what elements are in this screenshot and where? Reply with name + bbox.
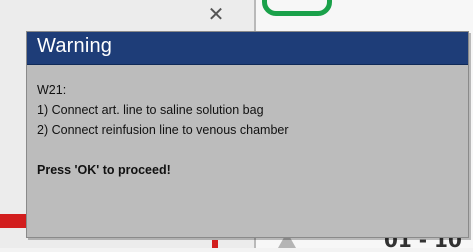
green-indicator-icon [262, 0, 332, 16]
proceed-instruction: Press 'OK' to proceed! [37, 163, 171, 177]
red-marker [212, 240, 218, 248]
dialog-body: W21: 1) Connect art. line to saline solu… [37, 80, 289, 180]
dialog-titlebar: Warning [27, 32, 468, 65]
warning-dialog: Warning W21: 1) Connect art. line to sal… [26, 31, 469, 238]
step-2: 2) Connect reinfusion line to venous cha… [37, 123, 289, 137]
dialog-title: Warning [37, 35, 113, 57]
step-1: 1) Connect art. line to saline solution … [37, 103, 264, 117]
close-icon[interactable]: ✕ [204, 2, 228, 26]
warning-code: W21: [37, 83, 67, 97]
